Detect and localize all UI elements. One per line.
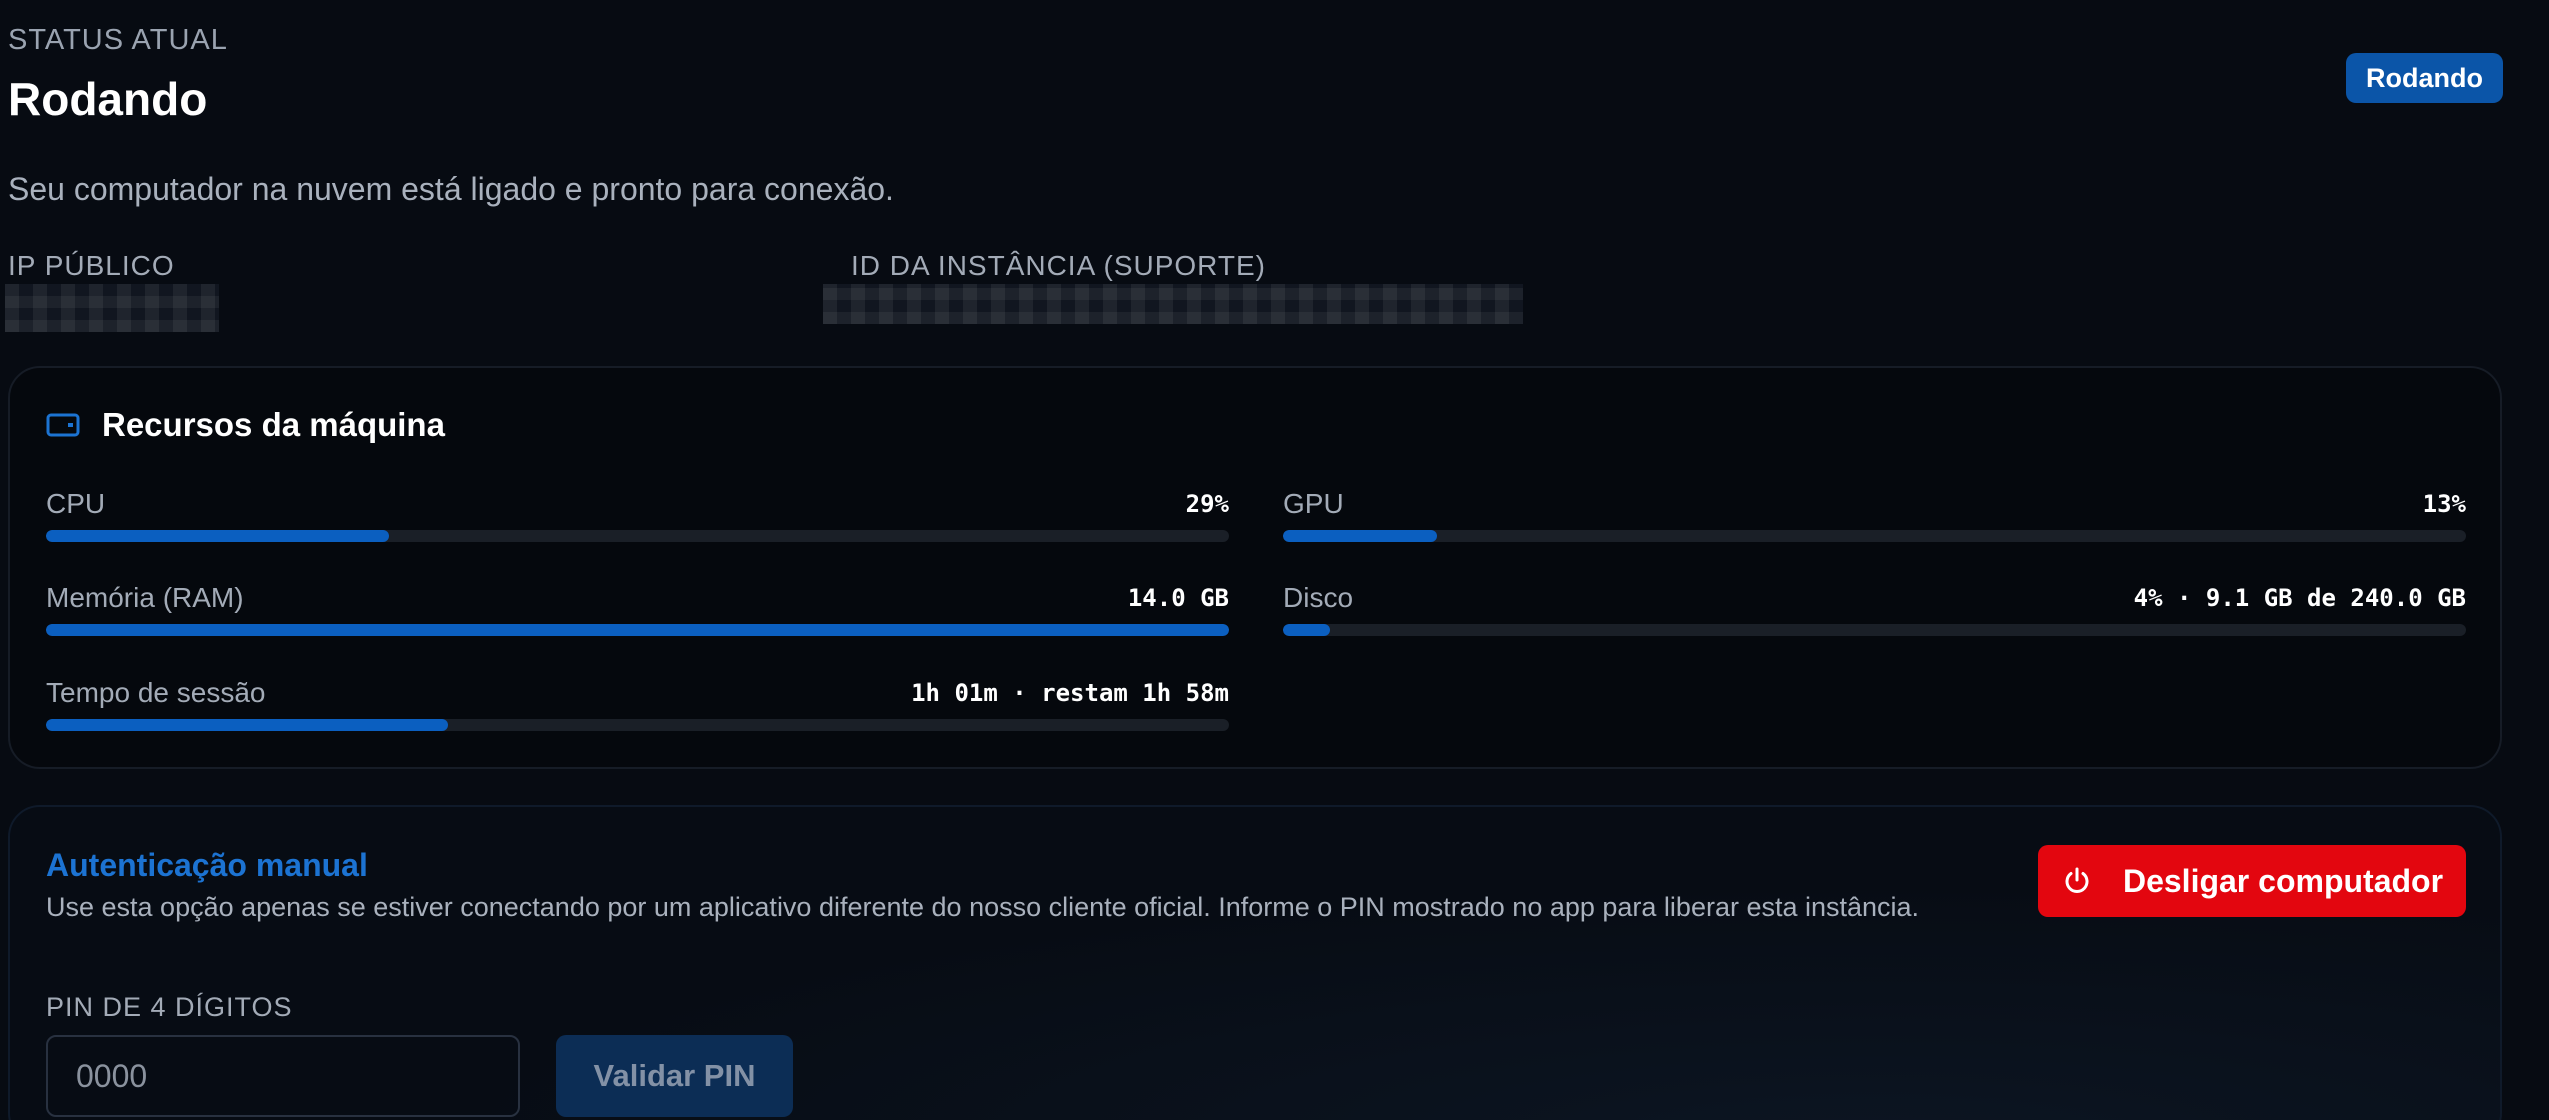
auth-description: Use esta opção apenas se estiver conecta… [46,892,1920,922]
machine-resources-card: Recursos da máquina CPU 29% GPU 13% Memó… [8,366,2502,769]
metric-disk-label: Disco [1283,582,1354,613]
status-label: STATUS ATUAL [8,24,228,56]
metric-cpu-bar [46,530,1229,542]
metric-disk-value: 4% · 9.1 GB de 240.0 GB [2133,584,2466,612]
pin-label: PIN DE 4 DÍGITOS [46,992,293,1022]
instance-id-value-redacted [823,284,1523,324]
power-icon [2065,867,2089,893]
metric-session-label: Tempo de sessão [46,677,266,708]
status-badge: Rodando [2346,53,2503,103]
metric-cpu-label: CPU [46,488,106,519]
auth-title: Autenticação manual [46,847,368,883]
status-title: Rodando [8,73,208,125]
metric-disk-bar-fill [1283,624,1331,636]
resources-header: Recursos da máquina [46,406,445,444]
metric-cpu-bar-fill [46,530,390,542]
shutdown-button[interactable]: Desligar computador [2038,845,2466,917]
metric-ram-bar [46,624,1229,636]
resources-title: Recursos da máquina [102,406,445,443]
shutdown-button-label: Desligar computador [2122,862,2444,899]
metric-ram-label: Memória (RAM) [46,582,244,613]
metric-ram-value: 14.0 GB [1127,584,1229,612]
metric-gpu-bar-fill [1283,530,1437,542]
instance-status-page: STATUS ATUAL Rodando Rodando Seu computa… [0,0,2549,1120]
public-ip-label: IP PÚBLICO [8,250,175,281]
instance-id-label: ID DA INSTÂNCIA (SUPORTE) [851,250,1266,281]
public-ip-value-redacted [5,284,219,332]
metric-disk-bar [1283,624,2466,636]
pin-input[interactable] [46,1035,520,1117]
metric-cpu-value: 29% [1185,490,1229,518]
metric-gpu-value: 13% [2422,490,2466,518]
metric-session-bar-fill [46,719,449,731]
metric-session-bar [46,719,1229,731]
status-description: Seu computador na nuvem está ligado e pr… [8,171,894,207]
metric-ram-bar-fill [46,624,1229,636]
validate-pin-button[interactable]: Validar PIN [556,1035,793,1117]
drive-icon [46,413,80,437]
manual-auth-card: Autenticação manual Use esta opção apena… [8,805,2502,1120]
metric-gpu-label: GPU [1283,488,1344,519]
metric-session-value: 1h 01m · restam 1h 58m [911,679,1229,707]
metric-gpu-bar [1283,530,2466,542]
